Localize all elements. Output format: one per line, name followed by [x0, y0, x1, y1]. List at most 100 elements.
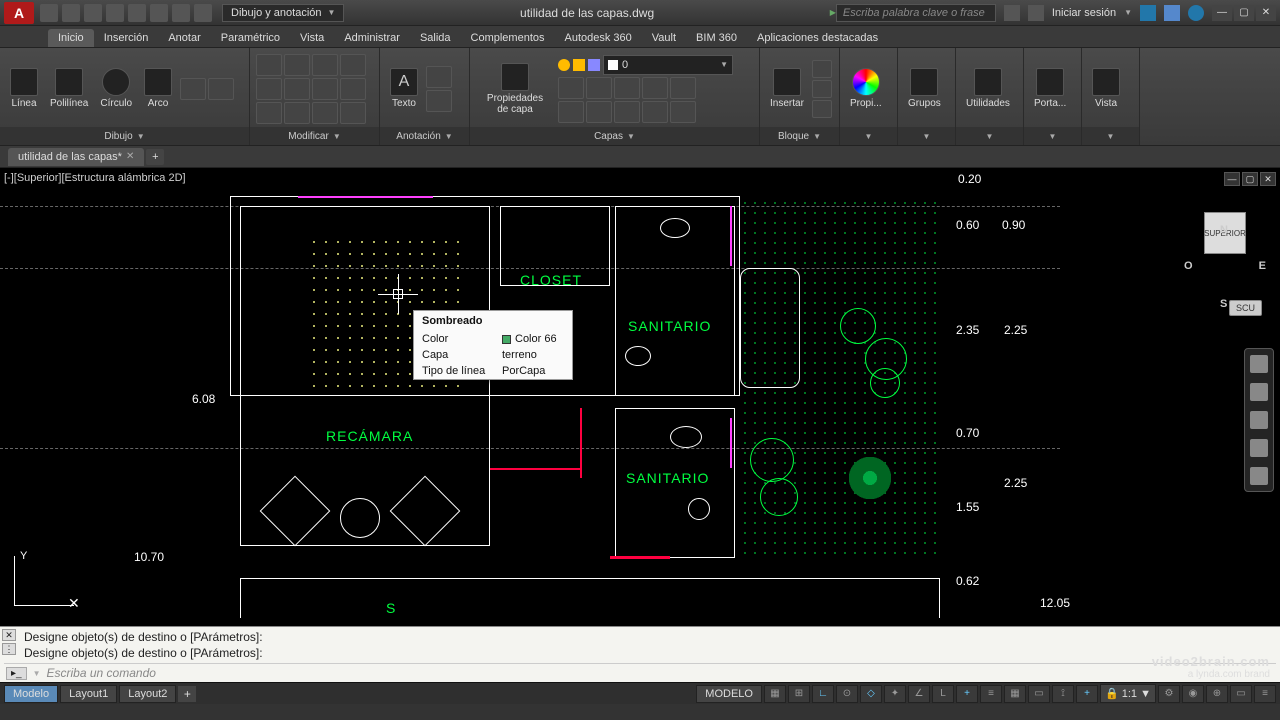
chevron-down-icon[interactable]: ▼: [865, 132, 873, 141]
ortho-icon[interactable]: ∟: [812, 685, 834, 703]
tab-parametrico[interactable]: Paramétrico: [211, 29, 290, 47]
otrack-icon[interactable]: ∠: [908, 685, 930, 703]
annomonitor-icon[interactable]: +: [1076, 685, 1098, 703]
zoom-icon[interactable]: [1250, 411, 1268, 429]
tab-vault[interactable]: Vault: [642, 29, 686, 47]
command-input[interactable]: Escriba un comando: [47, 666, 156, 680]
close-icon[interactable]: ✕: [126, 151, 134, 162]
user-icon[interactable]: [1028, 5, 1044, 21]
vp-minimize-icon[interactable]: —: [1224, 172, 1240, 186]
dim-icon[interactable]: [426, 66, 452, 88]
3dosnap-icon[interactable]: ✦: [884, 685, 906, 703]
customize-icon[interactable]: ≡: [1254, 685, 1276, 703]
model-tab[interactable]: Modelo: [4, 685, 58, 703]
add-tab-button[interactable]: +: [146, 149, 164, 165]
utilidades-button[interactable]: Utilidades: [962, 66, 1014, 111]
gear-icon[interactable]: ⚙: [1158, 685, 1180, 703]
qat-plot-icon[interactable]: [128, 4, 146, 22]
layer-tool-icon[interactable]: [670, 77, 696, 99]
array-icon[interactable]: [312, 102, 338, 124]
grupos-button[interactable]: Grupos: [904, 66, 945, 111]
stretch-icon[interactable]: [256, 102, 282, 124]
minimize-button[interactable]: —: [1212, 5, 1232, 21]
layer-tool-icon[interactable]: [642, 101, 668, 123]
dynucs-icon[interactable]: L: [932, 685, 954, 703]
draw-tool-icon[interactable]: [180, 78, 206, 100]
tab-insercion[interactable]: Inserción: [94, 29, 159, 47]
rotate-icon[interactable]: [284, 54, 310, 76]
snapmode-icon[interactable]: ⊞: [788, 685, 810, 703]
infocenter-icon[interactable]: [1004, 5, 1020, 21]
chevron-down-icon[interactable]: ▼: [333, 132, 341, 141]
osnap-icon[interactable]: ◇: [860, 685, 882, 703]
mirror-icon[interactable]: [284, 78, 310, 100]
polilinea-button[interactable]: Polilínea: [46, 66, 92, 111]
layer-tool-icon[interactable]: [558, 77, 584, 99]
pan-icon[interactable]: [1250, 383, 1268, 401]
block-tool-icon[interactable]: [812, 100, 832, 118]
explode-icon[interactable]: [340, 78, 366, 100]
polar-icon[interactable]: ⊙: [836, 685, 858, 703]
search-input[interactable]: Escriba palabra clave o frase: [836, 4, 996, 22]
layer-tool-icon[interactable]: [670, 101, 696, 123]
tab-vista[interactable]: Vista: [290, 29, 334, 47]
block-tool-icon[interactable]: [812, 60, 832, 78]
erase-icon[interactable]: [340, 54, 366, 76]
close-button[interactable]: ✕: [1256, 5, 1276, 21]
chevron-down-icon[interactable]: ▼: [813, 132, 821, 141]
tab-bim360[interactable]: BIM 360: [686, 29, 747, 47]
propiedades-button[interactable]: Propi...: [846, 66, 886, 111]
a360-icon[interactable]: [1164, 5, 1180, 21]
layer-props-button[interactable]: Propiedades de capa: [476, 61, 554, 117]
qp-icon[interactable]: ▭: [1028, 685, 1050, 703]
drawing-viewport[interactable]: [-][Superior][Estructura alámbrica 2D] —…: [0, 168, 1280, 626]
vista-button[interactable]: Vista: [1088, 66, 1124, 111]
layer-tool-icon[interactable]: [558, 101, 584, 123]
maximize-button[interactable]: ▢: [1234, 5, 1254, 21]
tab-complementos[interactable]: Complementos: [461, 29, 555, 47]
tab-anotar[interactable]: Anotar: [158, 29, 210, 47]
qat-undo-icon[interactable]: [172, 4, 190, 22]
file-tab[interactable]: utilidad de las capas*✕: [8, 148, 144, 166]
sc-icon[interactable]: ⟟: [1052, 685, 1074, 703]
chevron-down-icon[interactable]: ▼: [33, 669, 41, 678]
qat-print-icon[interactable]: [150, 4, 168, 22]
portapapeles-button[interactable]: Porta...: [1030, 66, 1070, 111]
tab-autodesk360[interactable]: Autodesk 360: [555, 29, 642, 47]
chevron-down-icon[interactable]: ▼: [445, 132, 453, 141]
viewport-label[interactable]: [-][Superior][Estructura alámbrica 2D]: [4, 172, 186, 184]
help-icon[interactable]: [1188, 5, 1204, 21]
arco-button[interactable]: Arco: [140, 66, 176, 111]
command-line[interactable]: ✕ ⋮ Designe objeto(s) de destino o [PArá…: [0, 626, 1280, 682]
layout1-tab[interactable]: Layout1: [60, 685, 117, 703]
cmd-handle-icon[interactable]: ⋮: [2, 643, 16, 655]
tab-salida[interactable]: Salida: [410, 29, 461, 47]
signin-label[interactable]: Iniciar sesión: [1052, 7, 1116, 19]
fullnav-icon[interactable]: [1250, 355, 1268, 373]
tab-aplicaciones[interactable]: Aplicaciones destacadas: [747, 29, 888, 47]
offset-icon[interactable]: [340, 102, 366, 124]
move-icon[interactable]: [256, 54, 282, 76]
viewcube[interactable]: N S O E SUPERIOR: [1190, 198, 1260, 288]
chevron-down-icon[interactable]: ▼: [627, 132, 635, 141]
vp-maximize-icon[interactable]: ▢: [1242, 172, 1258, 186]
lwt-icon[interactable]: ≡: [980, 685, 1002, 703]
qat-redo-icon[interactable]: [194, 4, 212, 22]
qat-save-icon[interactable]: [84, 4, 102, 22]
table-icon[interactable]: [426, 90, 452, 112]
tab-inicio[interactable]: Inicio: [48, 29, 94, 47]
grid-icon[interactable]: ▦: [764, 685, 786, 703]
orbit-icon[interactable]: [1250, 439, 1268, 457]
vp-close-icon[interactable]: ✕: [1260, 172, 1276, 186]
chevron-down-icon[interactable]: ▼: [923, 132, 931, 141]
transparency-icon[interactable]: ▦: [1004, 685, 1026, 703]
linea-button[interactable]: Línea: [6, 66, 42, 111]
isolate-icon[interactable]: ◉: [1182, 685, 1204, 703]
insertar-button[interactable]: Insertar: [766, 66, 808, 111]
layer-tool-icon[interactable]: [614, 101, 640, 123]
chevron-down-icon[interactable]: ▼: [137, 132, 145, 141]
block-tool-icon[interactable]: [812, 80, 832, 98]
chevron-down-icon[interactable]: ▼: [1107, 132, 1115, 141]
chevron-down-icon[interactable]: ▼: [1049, 132, 1057, 141]
cmd-close-icon[interactable]: ✕: [2, 629, 16, 641]
